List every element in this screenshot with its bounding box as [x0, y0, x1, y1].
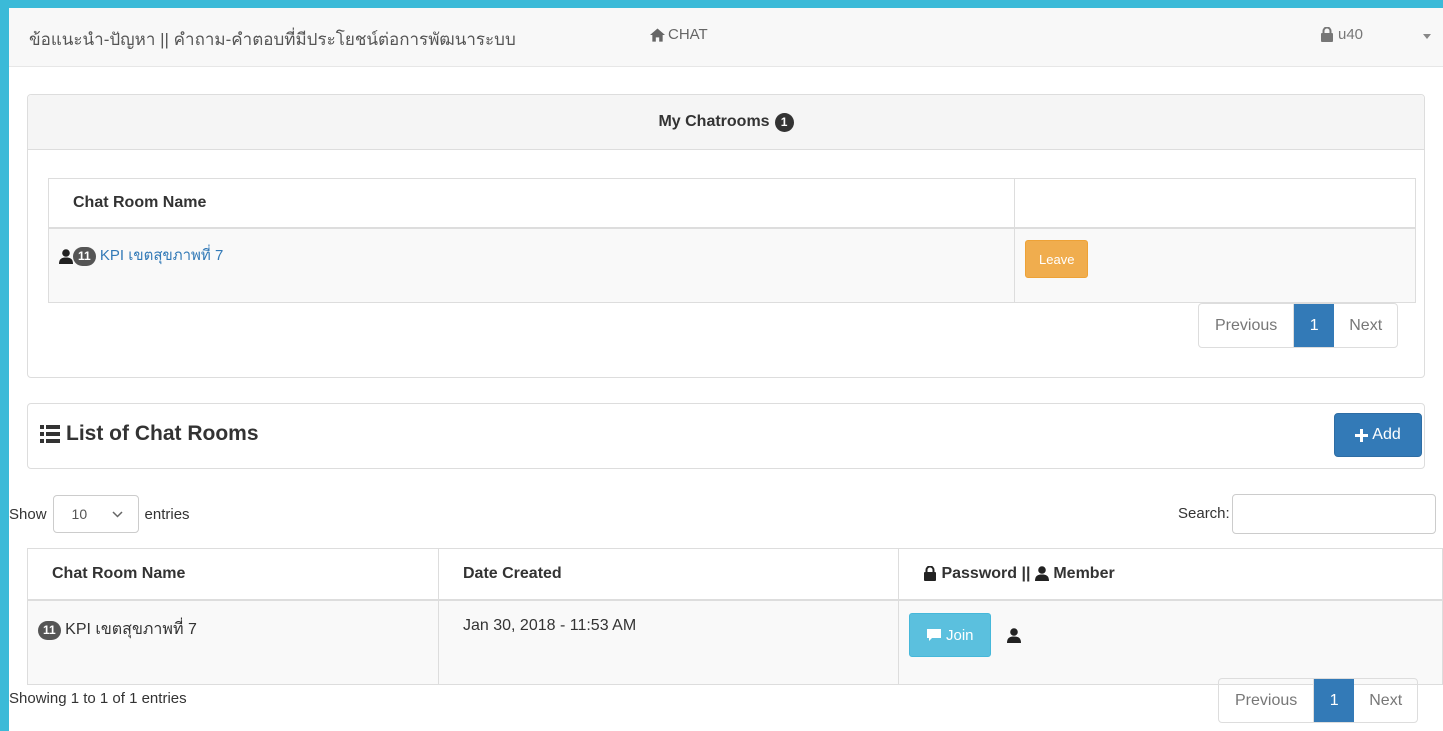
table-header-row: Chat Room Name Date Created Password || … [27, 548, 1443, 601]
home-icon [650, 27, 665, 42]
chatroom-count-badge: 1 [774, 112, 794, 132]
add-button-label: Add [1372, 426, 1401, 443]
comment-icon [927, 629, 941, 641]
member-count-badge: 11 [73, 247, 96, 266]
column-header-chat-room-name: Chat Room Name [48, 178, 1015, 229]
user-icon [59, 248, 73, 264]
password-member-cell: Join [898, 599, 1443, 685]
app-window: ข้อแนะนำ-ปัญหา || คำถาม-คำตอบที่มีประโยช… [9, 8, 1443, 731]
column-header-chat-room-name[interactable]: Chat Room Name [27, 548, 439, 601]
chat-room-name: KPI เขตสุขภาพที่ 7 [65, 621, 197, 638]
nav-chat-label: CHAT [668, 26, 708, 43]
table-header-row: Chat Room Name [48, 178, 1416, 229]
show-label: Show [9, 505, 47, 523]
entries-length-control: Show 10 entries [9, 495, 190, 533]
chat-room-link[interactable]: KPI เขตสุขภาพที่ 7 [100, 247, 223, 264]
search-label: Search: [1178, 505, 1230, 522]
user-menu[interactable]: u40 [1320, 26, 1363, 43]
navbar: ข้อแนะนำ-ปัญหา || คำถาม-คำตอบที่มีประโยช… [9, 8, 1443, 67]
leave-button[interactable]: Leave [1025, 240, 1089, 278]
my-chatrooms-title: My Chatrooms [658, 113, 770, 130]
entries-label: entries [144, 505, 190, 523]
my-chatrooms-panel: My Chatrooms 1 Chat Room Name 11 KPI เขต… [27, 94, 1425, 378]
column-header-date-created[interactable]: Date Created [438, 548, 899, 601]
lock-icon [924, 566, 936, 582]
list-title-text: List of Chat Rooms [66, 422, 259, 445]
chat-rooms-pagination: Previous 1 Next [1218, 678, 1419, 723]
caret-down-icon[interactable] [1423, 34, 1431, 39]
my-chatrooms-table: Chat Room Name 11 KPI เขตสุขภาพที่ 7 Lea… [48, 178, 1416, 303]
chat-rooms-table: Chat Room Name Date Created Password || … [27, 548, 1443, 685]
action-cell: Leave [1014, 227, 1416, 303]
password-header-label: Password || [941, 565, 1035, 582]
previous-page-button[interactable]: Previous [1199, 304, 1295, 347]
next-page-button[interactable]: Next [1354, 679, 1417, 722]
member-header-label: Member [1053, 565, 1115, 582]
chat-rooms-list-header: List of Chat Rooms Add [27, 403, 1425, 469]
table-row: 11 KPI เขตสุขภาพที่ 7 Jan 30, 2018 - 11:… [27, 599, 1443, 685]
table-info-text: Showing 1 to 1 of 1 entries [9, 690, 187, 707]
join-button-label: Join [946, 626, 974, 644]
page-1-button[interactable]: 1 [1314, 679, 1355, 722]
user-icon [1006, 627, 1021, 643]
chat-room-name-cell: 11 KPI เขตสุขภาพที่ 7 [27, 599, 439, 685]
entries-select-value: 10 [71, 506, 88, 522]
chat-room-name-cell: 11 KPI เขตสุขภาพที่ 7 [48, 227, 1015, 303]
chevron-down-icon [112, 510, 123, 518]
list-icon [40, 425, 60, 443]
lock-icon [1321, 27, 1333, 42]
column-header-password-member[interactable]: Password || Member [898, 548, 1443, 601]
table-row: 11 KPI เขตสุขภาพที่ 7 Leave [48, 227, 1416, 303]
nav-chat-link[interactable]: CHAT [650, 26, 708, 43]
user-name: u40 [1338, 26, 1364, 43]
next-page-button[interactable]: Next [1334, 304, 1397, 347]
plus-icon [1355, 428, 1369, 442]
add-button[interactable]: Add [1334, 413, 1422, 457]
entries-select[interactable]: 10 [52, 495, 139, 533]
search-input[interactable] [1232, 494, 1436, 534]
user-icon [1034, 566, 1049, 582]
column-header-action [1014, 178, 1416, 229]
member-count-badge: 11 [38, 621, 61, 640]
my-chatrooms-heading: My Chatrooms 1 [28, 95, 1424, 150]
list-title: List of Chat Rooms [40, 422, 259, 446]
date-created-cell: Jan 30, 2018 - 11:53 AM [438, 599, 899, 685]
navbar-brand[interactable]: ข้อแนะนำ-ปัญหา || คำถาม-คำตอบที่มีประโยช… [29, 26, 516, 53]
previous-page-button[interactable]: Previous [1219, 679, 1315, 722]
join-button[interactable]: Join [909, 613, 991, 657]
page-1-button[interactable]: 1 [1294, 304, 1335, 347]
my-chatrooms-pagination: Previous 1 Next [1198, 303, 1399, 348]
